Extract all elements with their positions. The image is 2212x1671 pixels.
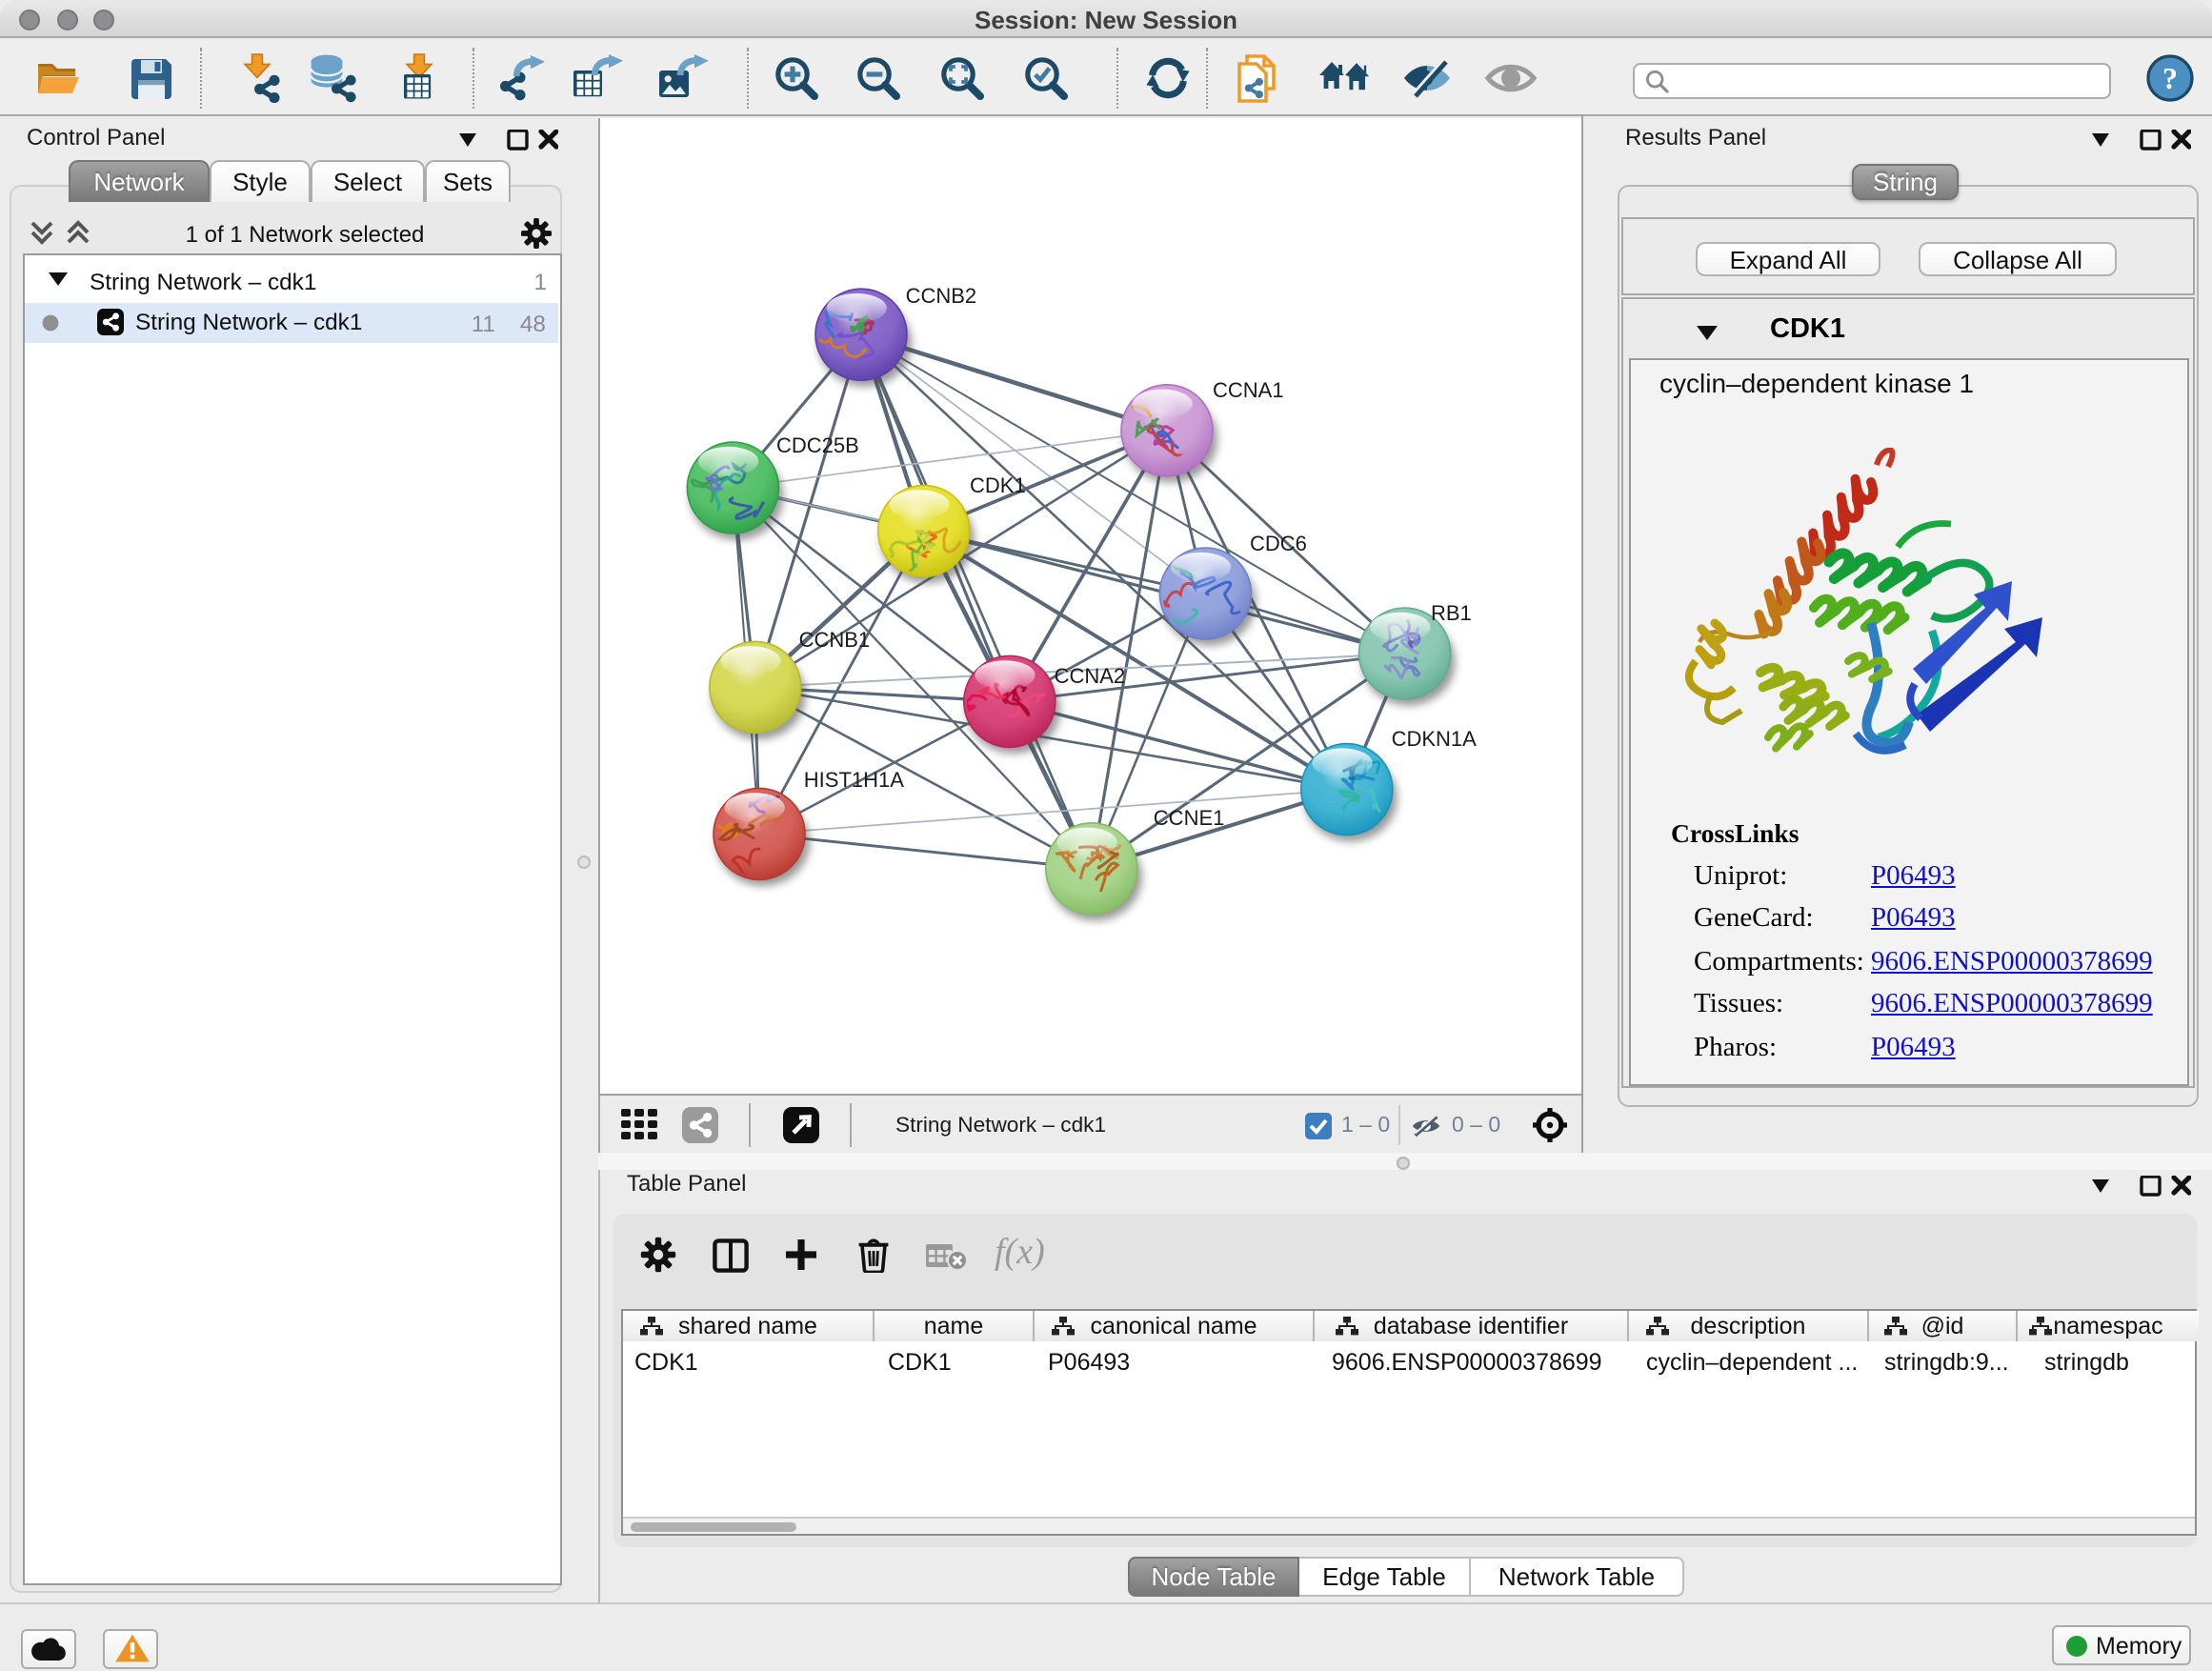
svg-text:CCNB2: CCNB2 [906,284,977,308]
svg-text:CCNA1: CCNA1 [1213,378,1284,402]
svg-text:RB1: RB1 [1431,601,1472,625]
svg-text:HIST1H1A: HIST1H1A [804,768,904,792]
svg-text:CDKN1A: CDKN1A [1392,727,1478,751]
svg-text:?: ? [2162,61,2178,95]
svg-text:CCNB1: CCNB1 [799,628,871,652]
svg-text:CDC25B: CDC25B [776,433,859,457]
svg-text:CDK1: CDK1 [970,473,1026,497]
svg-text:CCNE1: CCNE1 [1154,806,1225,830]
svg-text:CDC6: CDC6 [1250,532,1307,555]
svg-text:CCNA2: CCNA2 [1055,664,1126,688]
